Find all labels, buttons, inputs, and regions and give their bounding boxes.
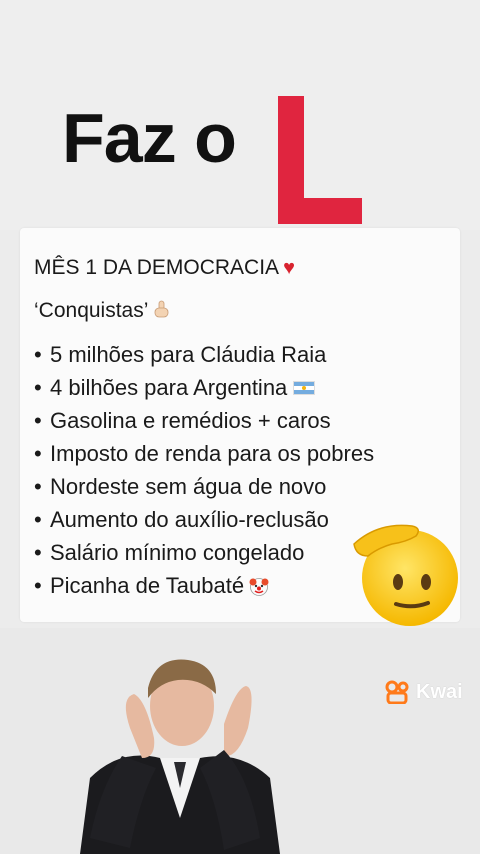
list-item: • Aumento do auxílio-reclusão	[34, 507, 329, 532]
meme-title: Faz o	[62, 99, 237, 177]
clapping-man-image	[80, 659, 280, 854]
heart-icon: ♥	[283, 257, 295, 279]
achievements-list: • 5 milhões para Cláudia Raia • 4 bilhões …	[34, 338, 374, 602]
list-item: • Nordeste sem água de novo	[34, 474, 327, 499]
l-letter-logo	[278, 96, 362, 224]
card-subtitle: ‘Conquistas’	[34, 299, 172, 323]
header-area: Faz o	[0, 0, 480, 230]
kwai-watermark: Kwai	[384, 680, 463, 704]
clown-face-icon	[249, 578, 269, 596]
video-area: Kwai	[0, 628, 480, 854]
pointing-down-icon	[155, 300, 169, 318]
list-item: • Picanha de Taubaté	[34, 569, 374, 602]
kwai-camera-icon	[385, 680, 409, 704]
saluting-face-icon	[353, 524, 458, 626]
list-item: • Gasolina e remédios + caros	[34, 408, 331, 433]
card-title: MÊS 1 DA DEMOCRACIA ♥	[34, 256, 295, 279]
list-item: • 4 bilhões para Argentina	[34, 371, 374, 404]
list-item: • 5 milhões para Cláudia Raia	[34, 342, 327, 367]
list-item: • Imposto de renda para os pobres	[34, 441, 375, 466]
argentina-flag-icon	[293, 381, 316, 395]
list-item: • Salário mínimo congelado	[34, 540, 305, 565]
